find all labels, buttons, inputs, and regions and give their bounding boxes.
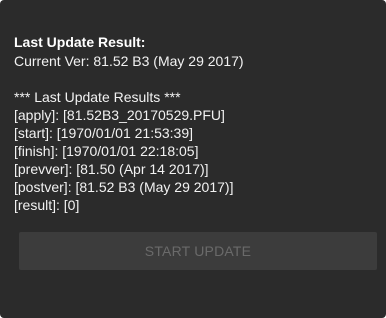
start-update-button[interactable]: START UPDATE: [19, 232, 377, 270]
result-line-result: [result]: [0]: [14, 197, 80, 213]
result-line-finish: [finish]: [1970/01/01 22:18:05]: [14, 143, 199, 159]
last-update-title: Last Update Result:: [14, 34, 146, 50]
results-header: *** Last Update Results ***: [14, 89, 181, 105]
start-update-button-wrap: START UPDATE: [19, 232, 377, 270]
result-line-postver: [postver]: [81.52 B3 (May 29 2017)]: [14, 179, 234, 195]
result-line-start: [start]: [1970/01/01 21:53:39]: [14, 125, 194, 141]
result-line-prevver: [prevver]: [81.50 (Apr 14 2017)]: [14, 161, 209, 177]
result-line-apply: [apply]: [81.52B3_20170529.PFU]: [14, 107, 225, 123]
update-result-panel: Last Update Result: Current Ver: 81.52 B…: [0, 0, 386, 318]
current-version-text: Current Ver: 81.52 B3 (May 29 2017): [14, 53, 244, 69]
